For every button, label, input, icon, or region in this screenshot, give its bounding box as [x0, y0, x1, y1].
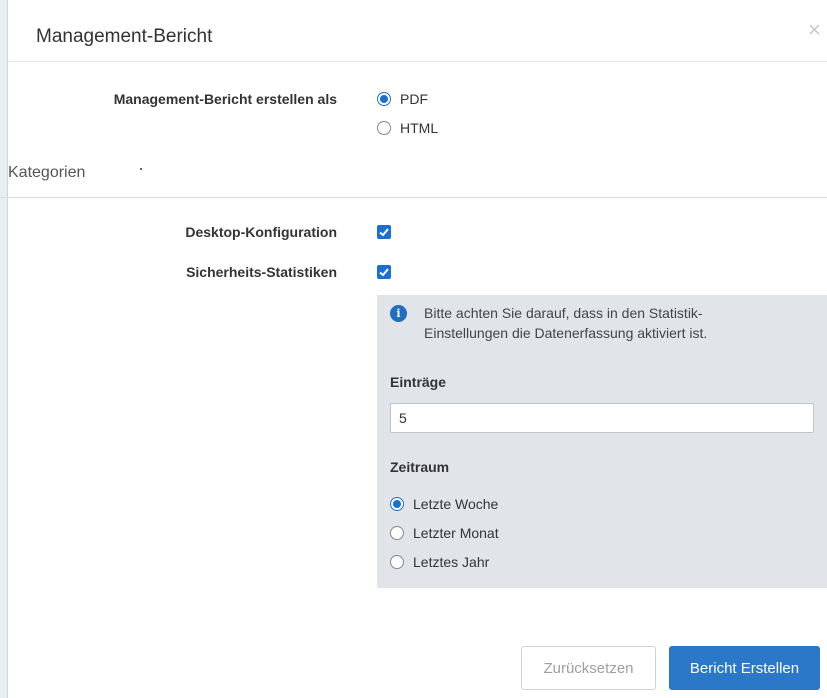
radio-pdf[interactable]	[377, 92, 391, 106]
checkmark-icon	[379, 268, 389, 277]
period-option-month[interactable]: Letzter Monat	[390, 525, 499, 541]
checkbox-security-stats[interactable]	[377, 265, 391, 279]
format-option-pdf[interactable]: PDF	[377, 91, 428, 107]
create-report-button[interactable]: Bericht Erstellen	[669, 646, 820, 690]
categories-heading: Kategorien	[8, 164, 86, 181]
checkmark-icon	[379, 228, 389, 237]
period-label: Zeitraum	[390, 459, 450, 475]
format-option-label: PDF	[400, 91, 428, 107]
dialog-title: Management-Bericht	[36, 26, 213, 47]
format-option-html[interactable]: HTML	[377, 120, 438, 136]
management-report-dialog: Management-Bericht × Management-Bericht …	[0, 0, 827, 698]
entries-label: Einträge	[390, 374, 447, 390]
entries-input[interactable]	[390, 403, 814, 433]
section-divider	[0, 197, 827, 198]
period-option-year[interactable]: Letztes Jahr	[390, 554, 489, 570]
radio-last-week[interactable]	[390, 497, 404, 511]
left-window-edge	[0, 0, 8, 698]
radio-last-year[interactable]	[390, 555, 404, 569]
info-message: Bitte achten Sie darauf, dass in den Sta…	[424, 305, 708, 341]
dialog-header: Management-Bericht ×	[8, 0, 827, 62]
format-option-label: HTML	[400, 120, 439, 136]
reset-button[interactable]: Zurücksetzen	[521, 646, 656, 690]
category-label-desktop: Desktop-Konfiguration	[185, 224, 337, 240]
decorative-dot	[140, 168, 142, 170]
format-label: Management-Bericht erstellen als	[113, 91, 337, 107]
radio-last-month[interactable]	[390, 526, 404, 540]
close-icon[interactable]: ×	[808, 19, 827, 41]
security-stats-options-panel: i Bitte achten Sie darauf, dass in den S…	[377, 295, 827, 588]
info-circle-icon: i	[390, 305, 407, 322]
category-label-security: Sicherheits-Statistiken	[186, 264, 337, 280]
period-option-week[interactable]: Letzte Woche	[390, 496, 498, 512]
checkbox-desktop-config[interactable]	[377, 225, 391, 239]
period-option-label: Letztes Jahr	[413, 554, 490, 570]
period-option-label: Letzte Woche	[413, 496, 499, 512]
radio-html[interactable]	[377, 121, 391, 135]
period-option-label: Letzter Monat	[413, 525, 499, 541]
